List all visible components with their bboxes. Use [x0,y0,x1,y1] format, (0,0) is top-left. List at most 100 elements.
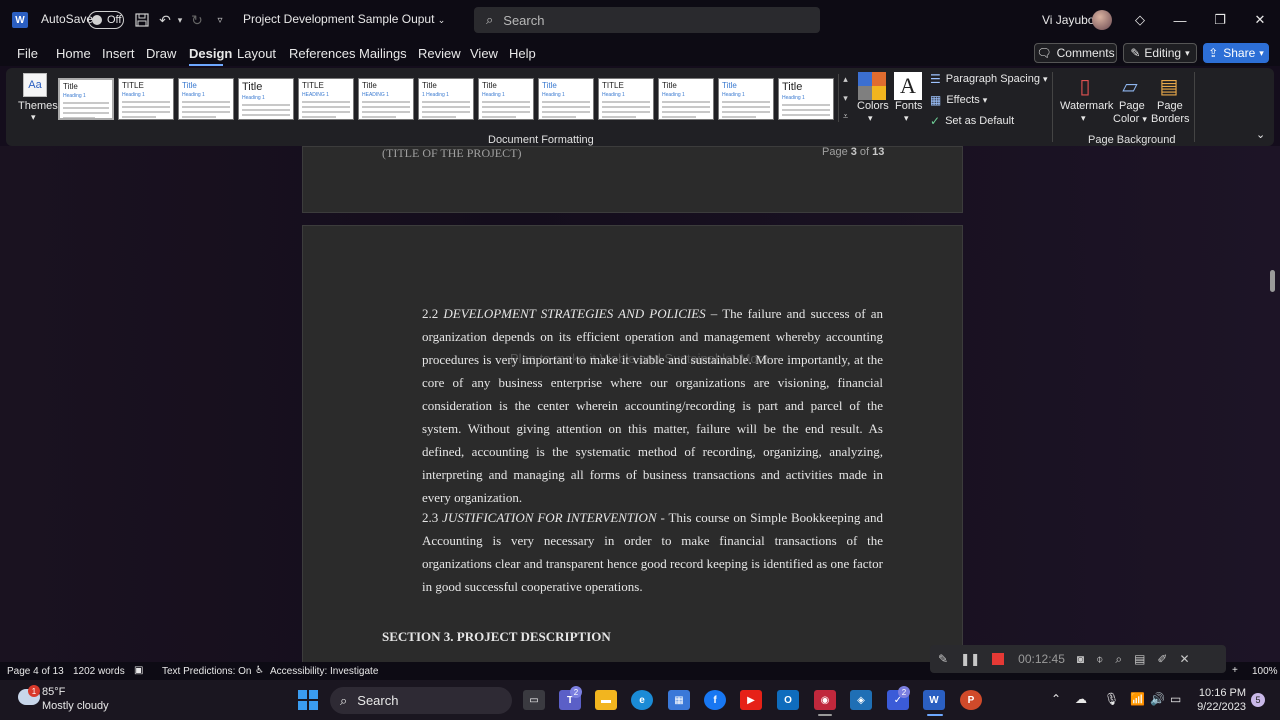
paragraph-2-2[interactable]: 2.2 DEVELOPMENT STRATEGIES AND POLICIES … [382,302,883,509]
tab-insert[interactable]: Insert [102,46,135,61]
colors-label[interactable]: Colors [857,100,889,112]
pause-icon[interactable]: ❚❚ [960,652,980,666]
avatar[interactable] [1092,10,1112,30]
word-taskbar-icon[interactable]: W [923,690,945,710]
outlook-icon[interactable]: O [777,690,799,710]
onedrive-icon[interactable]: ☁ [1075,692,1087,706]
notification-badge[interactable]: 5 [1251,693,1265,707]
volume-icon[interactable]: 🔊 [1150,692,1165,706]
facebook-icon[interactable]: f [704,690,726,710]
start-button[interactable] [298,690,318,710]
page-count[interactable]: Page 4 of 13 [7,666,64,677]
powerpoint-icon[interactable]: P [960,690,982,710]
style-set-thumbnail[interactable]: Title Heading 1 [58,78,114,120]
weather-description[interactable]: Mostly cloudy [42,700,109,712]
watermark-label[interactable]: Watermark [1060,100,1113,112]
premium-diamond-icon[interactable]: ◇ [1130,10,1150,30]
tab-review[interactable]: Review [418,46,461,61]
tab-mailings[interactable]: Mailings [359,46,407,61]
tab-view[interactable]: View [470,46,498,61]
paragraph-2-3[interactable]: 2.3 JUSTIFICATION FOR INTERVENTION - Thi… [382,506,883,598]
accessibility-status[interactable]: Accessibility: Investigate [270,666,378,677]
style-set-thumbnail[interactable]: TITLE HEADING 1 [298,78,354,120]
tab-draw[interactable]: Draw [146,46,176,61]
minimize-icon[interactable]: — [1170,10,1190,30]
weather-temperature[interactable]: 85°F [42,686,65,698]
redo-icon[interactable]: ↻ [187,10,207,30]
restore-icon[interactable]: ❐ [1210,10,1230,30]
stop-record-icon[interactable] [992,653,1005,665]
vertical-scrollbar[interactable] [1270,270,1275,292]
style-set-thumbnail[interactable]: Title Heading 1 [238,78,294,120]
chevron-down-icon[interactable]: ▾ [904,113,909,124]
proofing-icon[interactable]: ▣ [134,665,143,676]
gallery-scroll[interactable]: ▴ ▾ ⩡ [838,74,852,122]
clock-date[interactable]: 9/22/2023 [1190,701,1246,713]
pen-icon[interactable]: ✎ [938,652,948,666]
user-name[interactable]: Vi Jayubo [1042,13,1094,27]
style-set-thumbnail[interactable]: Title Heading 1 [178,78,234,120]
collapse-ribbon-icon[interactable]: ⌄ [1256,128,1265,141]
effects-button[interactable]: ▦ Effects ▾ [930,93,987,107]
page-color-label-1[interactable]: Page [1119,100,1145,112]
document-title[interactable]: Project Development Sample Ouput ⌄ [243,12,445,26]
microphone-icon[interactable]: 🎙 [1104,692,1119,706]
search-box[interactable]: ⌕ Search [474,7,820,33]
style-set-thumbnail[interactable]: TITLE Heading 1 [598,78,654,120]
youtube-icon[interactable]: ▶ [740,690,762,710]
word-count[interactable]: 1202 words [73,666,125,677]
style-set-thumbnail[interactable]: Title Heading 1 [718,78,774,120]
set-as-default-button[interactable]: ✓ Set as Default [930,114,1014,128]
themes-label[interactable]: Themes [18,100,58,112]
fonts-label[interactable]: Fonts [895,100,923,112]
tab-references[interactable]: References [289,46,355,61]
file-explorer-icon[interactable]: ▬ [595,690,617,710]
save-icon[interactable] [132,10,152,30]
style-set-thumbnail[interactable]: TITLE Heading 1 [118,78,174,120]
style-set-thumbnail[interactable]: Title HEADING 1 [358,78,414,120]
tab-help[interactable]: Help [509,46,536,61]
editing-button[interactable]: ✎ Editing ▾ [1123,43,1197,63]
tab-home[interactable]: Home [56,46,91,61]
defender-icon[interactable]: ◈ [850,690,872,710]
captions-icon[interactable]: ▤ [1134,652,1145,666]
style-set-thumbnail[interactable]: Title Heading 1 [778,78,834,120]
zoom-level[interactable]: 100% [1252,666,1278,677]
customize-toolbar-icon[interactable]: ▿ [210,10,230,30]
accessibility-icon[interactable]: ♿ [255,665,264,676]
style-set-thumbnail[interactable]: Title Heading 1 [538,78,594,120]
store-icon[interactable]: ▦ [668,690,690,710]
tab-layout[interactable]: Layout [237,46,276,61]
page-color-icon[interactable]: ▱ [1117,72,1143,100]
more-icon[interactable]: ⩡ [843,111,848,122]
style-set-thumbnail[interactable]: Title 1 Heading 1 [418,78,474,120]
tab-file[interactable]: File [17,46,38,61]
mic-muted-icon[interactable]: ⌽ [1096,652,1103,667]
autosave-toggle[interactable]: Off [88,11,124,29]
close-icon[interactable]: ✕ [1250,10,1270,30]
edge-icon[interactable]: e [631,690,653,710]
page-color-label-2[interactable]: Color ▾ [1113,113,1147,125]
chevron-down-icon[interactable]: ▾ [1081,113,1086,124]
watermark-icon[interactable]: ▯ [1072,72,1098,100]
zoom-in-icon[interactable]: + [1232,665,1238,676]
recorder-app-icon[interactable]: ◉ [814,690,836,710]
text-predictions[interactable]: Text Predictions: On [162,666,251,677]
clock-time[interactable]: 10:16 PM [1198,687,1246,699]
battery-icon[interactable]: ▭ [1170,692,1181,706]
task-view-icon[interactable]: ▭ [523,690,545,710]
style-set-thumbnail[interactable]: Title Heading 1 [478,78,534,120]
camera-icon[interactable]: ◙ [1077,652,1084,666]
page-borders-label-2[interactable]: Borders [1151,113,1190,125]
fonts-icon[interactable]: A [894,72,922,100]
edit-icon[interactable]: ✐ [1157,652,1167,666]
close-icon[interactable]: ✕ [1179,652,1189,666]
chevron-down-icon[interactable]: ▾ [31,112,36,123]
paragraph-spacing-button[interactable]: ☰ Paragraph Spacing ▾ [930,72,1047,86]
tab-design[interactable]: Design [189,46,232,61]
chevron-down-icon[interactable]: ▾ [843,93,848,104]
page-borders-icon[interactable]: ▤ [1156,72,1182,100]
wifi-icon[interactable]: 📶 [1130,692,1145,706]
share-button[interactable]: ⇪ Share ▾ [1203,43,1269,63]
tray-overflow-icon[interactable]: ⌃ [1051,692,1061,706]
